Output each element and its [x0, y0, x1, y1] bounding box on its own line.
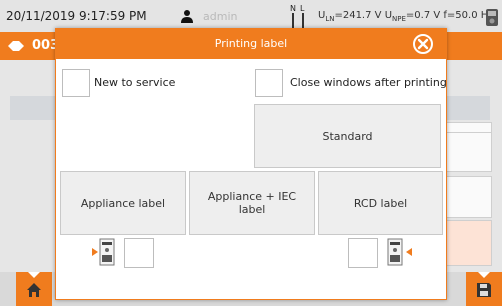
- background-cell: [446, 132, 492, 172]
- plug-icon: N L: [290, 4, 305, 29]
- status-user: admin: [203, 10, 238, 23]
- instrument-icon: [486, 9, 498, 26]
- close-icon[interactable]: [412, 33, 434, 55]
- home-button[interactable]: [16, 272, 52, 306]
- unpe-sub: NPE: [392, 15, 406, 23]
- printing-label-dialog: Printing label New to service Close wind…: [55, 28, 447, 300]
- rcd-label-button[interactable]: RCD label: [318, 171, 443, 235]
- svg-text:L: L: [300, 4, 305, 13]
- background-cell-highlight: [446, 220, 492, 266]
- save-icon: [477, 283, 491, 297]
- status-readings: ULN=241.7 V UNPE=0.7 V f=50.0 Hz: [318, 10, 494, 23]
- standard-button[interactable]: Standard: [254, 104, 441, 168]
- new-to-service-label: New to service: [94, 76, 176, 89]
- home-icon: [27, 283, 41, 297]
- appliance-icon: [8, 41, 24, 51]
- uln-value: =241.7 V: [334, 10, 382, 21]
- unpe-value: =0.7 V: [405, 10, 441, 21]
- appliance-label-button[interactable]: Appliance label: [60, 171, 186, 235]
- appliance-iec-label-button[interactable]: Appliance + IEC label: [189, 171, 315, 235]
- background-cell: [446, 176, 492, 218]
- unpe-label: U: [384, 10, 393, 21]
- close-windows-checkbox[interactable]: [255, 69, 283, 97]
- dialog-header: Printing label: [56, 29, 446, 59]
- dialog-title: Printing label: [214, 37, 288, 50]
- right-label-checkbox[interactable]: [348, 238, 378, 268]
- save-button[interactable]: [466, 272, 502, 306]
- new-to-service-checkbox[interactable]: [62, 69, 90, 97]
- close-windows-label: Close windows after printing: [290, 76, 447, 89]
- user-icon: [181, 10, 193, 23]
- label-printer-left-icon: [92, 238, 115, 266]
- left-label-checkbox[interactable]: [124, 238, 154, 268]
- status-datetime: 20/11/2019 9:17:59 PM: [6, 9, 147, 23]
- label-printer-right-icon: [387, 238, 412, 266]
- svg-text:N: N: [290, 4, 296, 13]
